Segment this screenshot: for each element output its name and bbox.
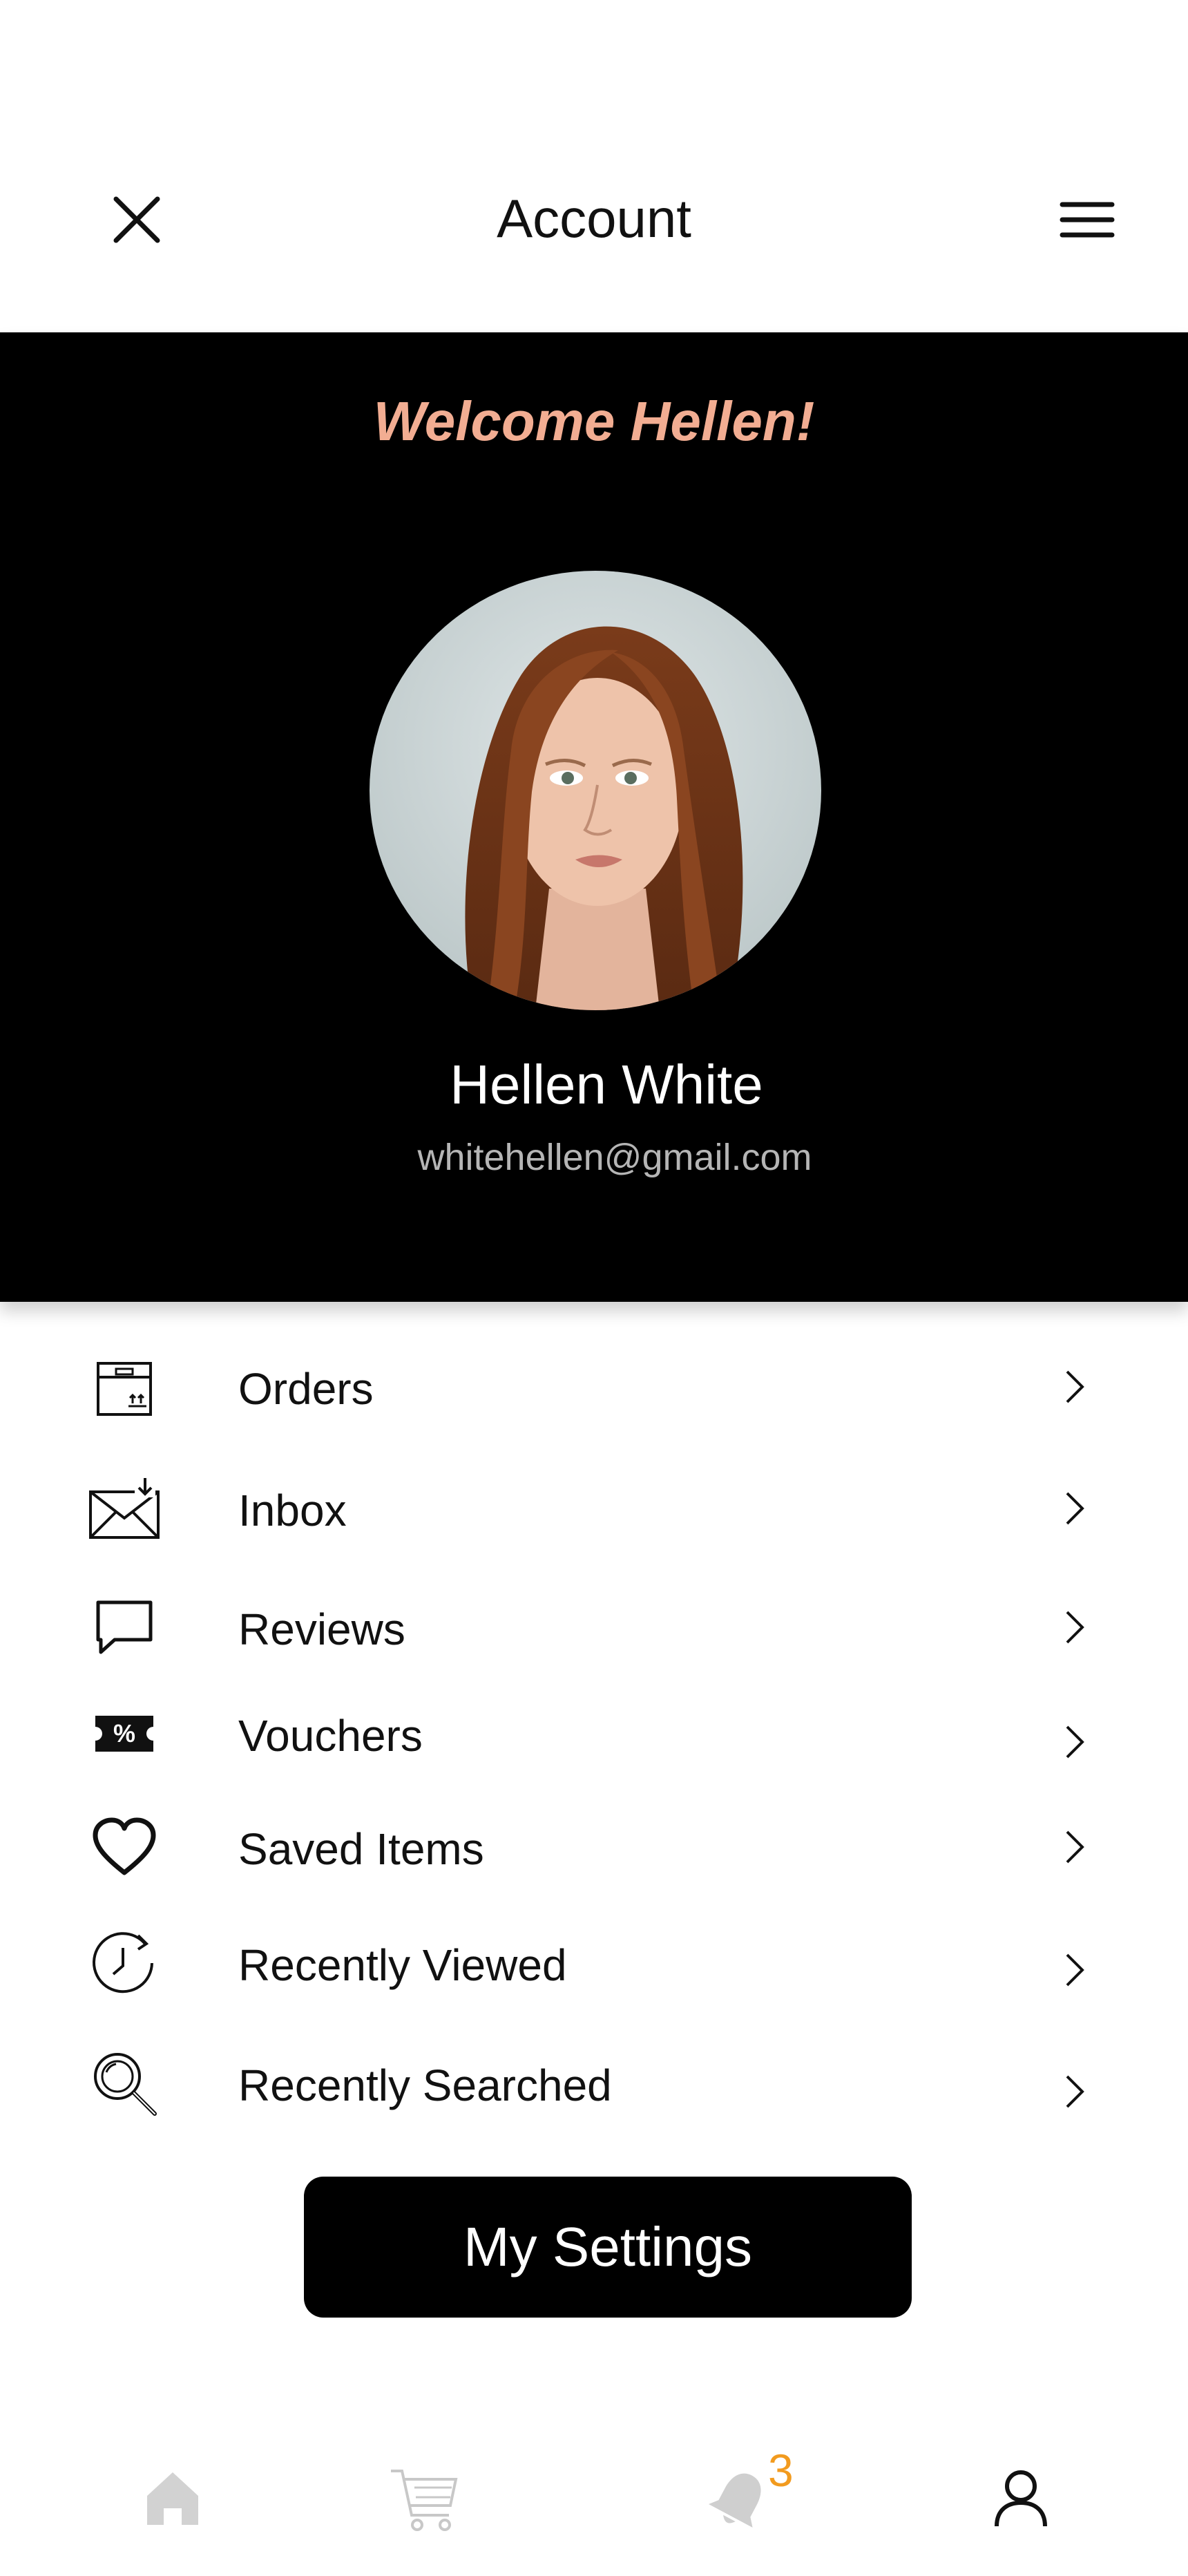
bell-icon bbox=[709, 2473, 761, 2528]
nav-cart[interactable] bbox=[376, 2452, 473, 2548]
page-title: Account bbox=[497, 188, 691, 249]
package-box-icon bbox=[83, 1349, 166, 1425]
cart-icon bbox=[391, 2470, 458, 2531]
menu-item-label: Reviews bbox=[238, 1604, 405, 1654]
menu-button[interactable] bbox=[1054, 187, 1120, 253]
chevron-right-icon bbox=[1053, 1603, 1095, 1651]
menu-item-reviews[interactable]: Reviews bbox=[83, 1582, 1105, 1672]
menu-item-vouchers[interactable]: % Vouchers bbox=[83, 1689, 1105, 1779]
menu-item-label: Vouchers bbox=[238, 1711, 423, 1761]
chevron-right-icon bbox=[1053, 2067, 1095, 2116]
menu-item-label: Orders bbox=[238, 1364, 374, 1414]
menu-item-label: Saved Items bbox=[238, 1824, 484, 1874]
magnifier-icon bbox=[83, 2045, 166, 2121]
chevron-right-icon bbox=[1053, 1484, 1095, 1533]
percent-ticket-icon: % bbox=[83, 1696, 166, 1772]
notification-count-badge: 3 bbox=[768, 2445, 794, 2496]
menu-item-label: Recently Viewed bbox=[238, 1940, 567, 1990]
avatar[interactable] bbox=[370, 571, 821, 1010]
hamburger-menu-icon bbox=[1060, 202, 1115, 238]
menu-item-inbox[interactable]: Inbox bbox=[83, 1464, 1105, 1553]
user-name: Hellen White bbox=[450, 1054, 763, 1115]
menu-item-label: Recently Searched bbox=[238, 2061, 612, 2110]
home-icon bbox=[147, 2472, 198, 2525]
nav-account[interactable] bbox=[973, 2450, 1069, 2546]
chevron-right-icon bbox=[1053, 1946, 1095, 1994]
menu-item-orders[interactable]: Orders bbox=[83, 1342, 1105, 1432]
clock-history-icon bbox=[83, 1925, 166, 2001]
welcome-message: Welcome Hellen! bbox=[373, 390, 815, 452]
my-settings-button[interactable]: My Settings bbox=[304, 2177, 912, 2318]
menu-item-recently-viewed[interactable]: Recently Viewed bbox=[83, 1918, 1105, 2008]
speech-bubble-icon bbox=[83, 1589, 166, 1665]
chevron-right-icon bbox=[1053, 1823, 1095, 1871]
nav-home[interactable] bbox=[124, 2450, 221, 2546]
envelope-download-icon bbox=[83, 1470, 166, 1546]
menu-item-saved-items[interactable]: Saved Items bbox=[83, 1802, 1105, 1892]
user-email: whitehellen@gmail.com bbox=[417, 1137, 812, 1178]
chevron-right-icon bbox=[1053, 1363, 1095, 1411]
svg-text:%: % bbox=[113, 1719, 135, 1748]
user-icon bbox=[995, 2470, 1047, 2527]
heart-icon bbox=[83, 1809, 166, 1885]
chevron-right-icon bbox=[1053, 1718, 1095, 1766]
menu-item-label: Inbox bbox=[238, 1486, 347, 1535]
menu-item-recently-searched[interactable]: Recently Searched bbox=[83, 2038, 1105, 2128]
